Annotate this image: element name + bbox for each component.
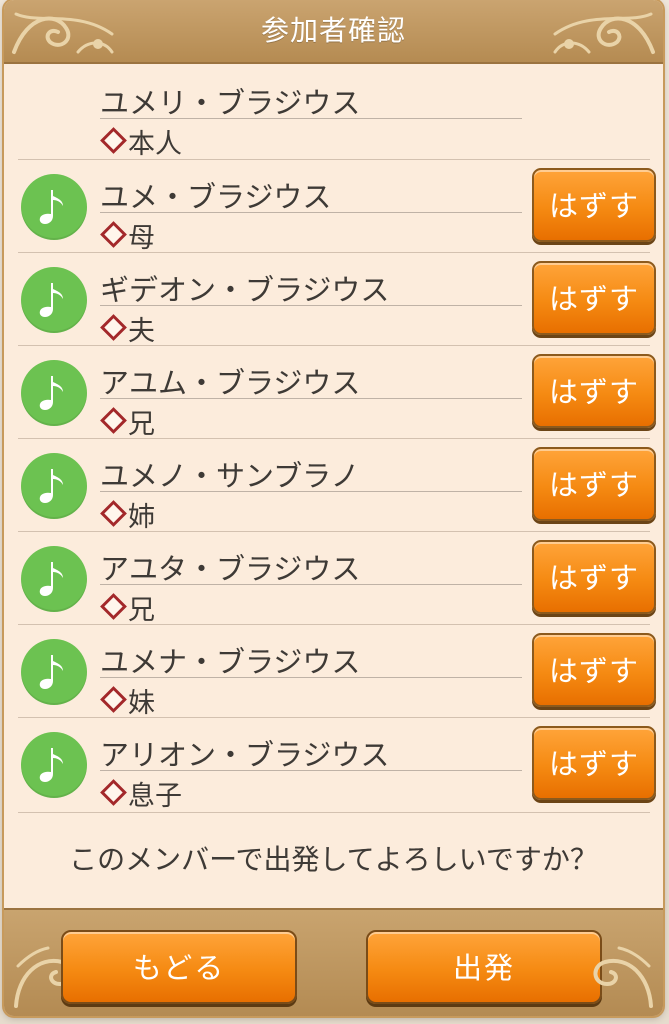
name-divider: [100, 212, 522, 213]
music-note-icon: [39, 655, 63, 689]
name-divider: [100, 305, 522, 306]
member-row: アユタ・ブラジウス 兄 はずす: [18, 531, 656, 626]
dialog-footer: もどる 出発: [4, 908, 663, 1016]
member-row: ユメ・ブラジウス 母 はずす: [18, 159, 656, 254]
music-note-icon: [39, 562, 63, 596]
name-divider: [100, 677, 522, 678]
relation-label: 夫: [128, 316, 155, 347]
name-divider: [100, 584, 522, 585]
relation-label: 姉: [128, 502, 155, 533]
diamond-icon: [100, 779, 127, 806]
name-divider: [100, 491, 522, 492]
back-button[interactable]: もどる: [61, 930, 297, 1004]
member-avatar: [21, 732, 87, 798]
member-avatar: [21, 546, 87, 612]
name-divider: [100, 398, 522, 399]
flourish-ornament-icon: [593, 946, 653, 1008]
relation-label: 息子: [128, 781, 182, 812]
member-avatar: [21, 639, 87, 705]
diamond-icon: [100, 500, 127, 527]
relation-label: 兄: [128, 595, 155, 626]
member-name: ユメノ・サンブラノ: [100, 459, 360, 493]
member-name: アユム・ブラジウス: [100, 366, 361, 400]
music-note-icon: [39, 376, 63, 410]
music-note-icon: [39, 190, 63, 224]
remove-member-button[interactable]: はずす: [532, 726, 656, 800]
remove-member-button[interactable]: はずす: [532, 261, 656, 335]
member-name: アユタ・ブラジウス: [100, 552, 361, 586]
remove-member-button[interactable]: はずす: [532, 168, 656, 242]
depart-button[interactable]: 出発: [366, 930, 602, 1004]
member-name: ユメナ・ブラジウス: [100, 645, 361, 679]
member-row: アユム・ブラジウス 兄 はずす: [18, 345, 656, 440]
member-row: ユメナ・ブラジウス 妹 はずす: [18, 624, 656, 719]
list-bottom-divider: [18, 812, 650, 813]
diamond-icon: [100, 221, 127, 248]
member-name: ギデオン・ブラジウス: [100, 273, 390, 307]
music-note-icon: [39, 283, 63, 317]
confirm-question: このメンバーで出発してよろしいですか？: [69, 843, 598, 876]
member-avatar: [21, 267, 87, 333]
name-divider: [100, 770, 522, 771]
flourish-ornament-icon: [553, 12, 655, 54]
relation-label: 母: [128, 223, 155, 254]
music-note-icon: [39, 469, 63, 503]
member-name: ユメ・ブラジウス: [100, 180, 332, 214]
remove-member-button[interactable]: はずす: [532, 447, 656, 521]
member-name: アリオン・ブラジウス: [100, 738, 390, 772]
participant-confirm-dialog: 参加者確認 ユメリ・ブラジウス 本人 ユメ・ブラジウス 母 はずす ギデオン・ブ…: [4, 0, 663, 1016]
member-avatar: [21, 360, 87, 426]
remove-member-button[interactable]: はずす: [532, 540, 656, 614]
member-row: アリオン・ブラジウス 息子 はずす: [18, 717, 656, 812]
music-note-icon: [39, 748, 63, 782]
member-name: ユメリ・ブラジウス: [100, 86, 361, 120]
diamond-icon: [100, 127, 127, 154]
diamond-icon: [100, 407, 127, 434]
relation-label: 妹: [128, 688, 155, 719]
remove-member-button[interactable]: はずす: [532, 633, 656, 707]
diamond-icon: [100, 686, 127, 713]
dialog-header: 参加者確認: [4, 0, 663, 64]
remove-member-button[interactable]: はずす: [532, 354, 656, 428]
member-avatar: [21, 453, 87, 519]
member-row: ユメリ・ブラジウス 本人: [18, 66, 650, 160]
member-row: ギデオン・ブラジウス 夫 はずす: [18, 252, 656, 347]
member-row: ユメノ・サンブラノ 姉 はずす: [18, 438, 656, 533]
diamond-icon: [100, 314, 127, 341]
relation-label: 本人: [128, 129, 182, 160]
member-avatar: [21, 174, 87, 240]
diamond-icon: [100, 593, 127, 620]
relation-label: 兄: [128, 409, 155, 440]
name-divider: [100, 118, 522, 119]
